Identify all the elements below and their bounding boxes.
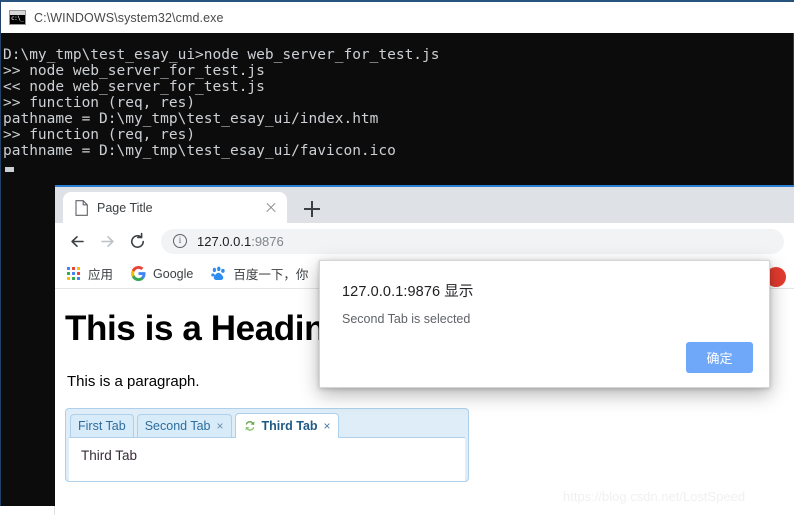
cmd-cursor	[5, 167, 14, 172]
browser-tab-page-title[interactable]: Page Title	[63, 192, 287, 223]
browser-toolbar: 127.0.0.1:9876	[55, 223, 794, 259]
page-document-icon	[75, 199, 88, 216]
tab-label: Second Tab	[144, 419, 211, 433]
jquery-ui-tab-list: First Tab Second Tab × Third Tab ×	[69, 412, 465, 438]
cmd-output-line: << node web_server_for_test.js	[3, 79, 265, 95]
baidu-paw-icon	[211, 266, 226, 280]
bookmark-label: Google	[153, 266, 194, 281]
tab-third[interactable]: Third Tab ×	[234, 413, 339, 438]
tab-label: First Tab	[78, 419, 126, 433]
dialog-message-text: Second Tab is selected	[342, 312, 471, 326]
jquery-ui-tabs-widget: First Tab Second Tab × Third Tab × Third…	[65, 408, 469, 482]
forward-button[interactable]	[93, 227, 121, 255]
bookmark-label: 百度一下，你	[233, 268, 309, 282]
google-g-icon	[131, 266, 146, 281]
javascript-alert-dialog: 127.0.0.1:9876 显示 Second Tab is selected…	[319, 260, 770, 388]
cmd-output-line: >> function (req, res)	[3, 127, 196, 143]
bookmark-label: 应用	[88, 268, 114, 282]
apps-grid-icon	[67, 266, 81, 281]
address-bar-host: 127.0.0.1	[197, 233, 252, 249]
cmd-output-line: >> function (req, res)	[3, 95, 196, 111]
arrow-left-icon	[70, 235, 84, 247]
jquery-ui-tab-panel: Third Tab	[69, 437, 465, 481]
back-button[interactable]	[63, 227, 91, 255]
close-icon[interactable]	[263, 200, 279, 216]
cmd-window-title: C:\WINDOWS\system32\cmd.exe	[34, 10, 224, 25]
tab-close-icon[interactable]: ×	[217, 420, 224, 432]
cmd-output-line: pathname = D:\my_tmp\test_esay_ui/favico…	[3, 143, 396, 159]
tab-label: Third Tab	[261, 419, 318, 433]
reload-button[interactable]	[123, 227, 151, 255]
tab-second[interactable]: Second Tab ×	[136, 414, 232, 437]
dialog-origin-text: 127.0.0.1:9876 显示	[342, 284, 474, 300]
address-bar[interactable]: 127.0.0.1:9876	[161, 228, 784, 254]
browser-tab-strip: Page Title	[55, 187, 794, 223]
tab-first[interactable]: First Tab	[70, 414, 134, 437]
arrow-right-icon	[100, 235, 114, 247]
new-tab-button[interactable]	[300, 197, 324, 221]
cmd-titlebar[interactable]: C:\WINDOWS\system32\cmd.exe	[1, 2, 794, 33]
cmd-output-line: pathname = D:\my_tmp\test_esay_ui/index.…	[3, 111, 379, 127]
cmd-output-line: >> node web_server_for_test.js	[3, 63, 265, 79]
bookmark-apps[interactable]: 应用	[67, 264, 113, 283]
dialog-ok-button[interactable]: 确定	[686, 342, 753, 373]
bookmark-google[interactable]: Google	[131, 266, 193, 281]
bookmark-baidu[interactable]: 百度一下，你	[211, 264, 308, 283]
cmd-console-icon	[9, 10, 26, 25]
loading-spinner-icon	[245, 421, 254, 431]
desktop-screen: C:\WINDOWS\system32\cmd.exe D:\my_tmp\te…	[0, 0, 794, 515]
cmd-output-line: D:\my_tmp\test_esay_ui>node web_server_f…	[3, 47, 440, 63]
tab-close-icon[interactable]: ×	[324, 420, 331, 432]
reload-icon	[130, 232, 144, 248]
watermark: https://blog.csdn.net/LostSpeed	[563, 489, 746, 504]
address-bar-port: :9876	[251, 233, 284, 249]
info-circle-icon[interactable]	[173, 234, 187, 248]
browser-tab-label: Page Title	[97, 200, 153, 215]
